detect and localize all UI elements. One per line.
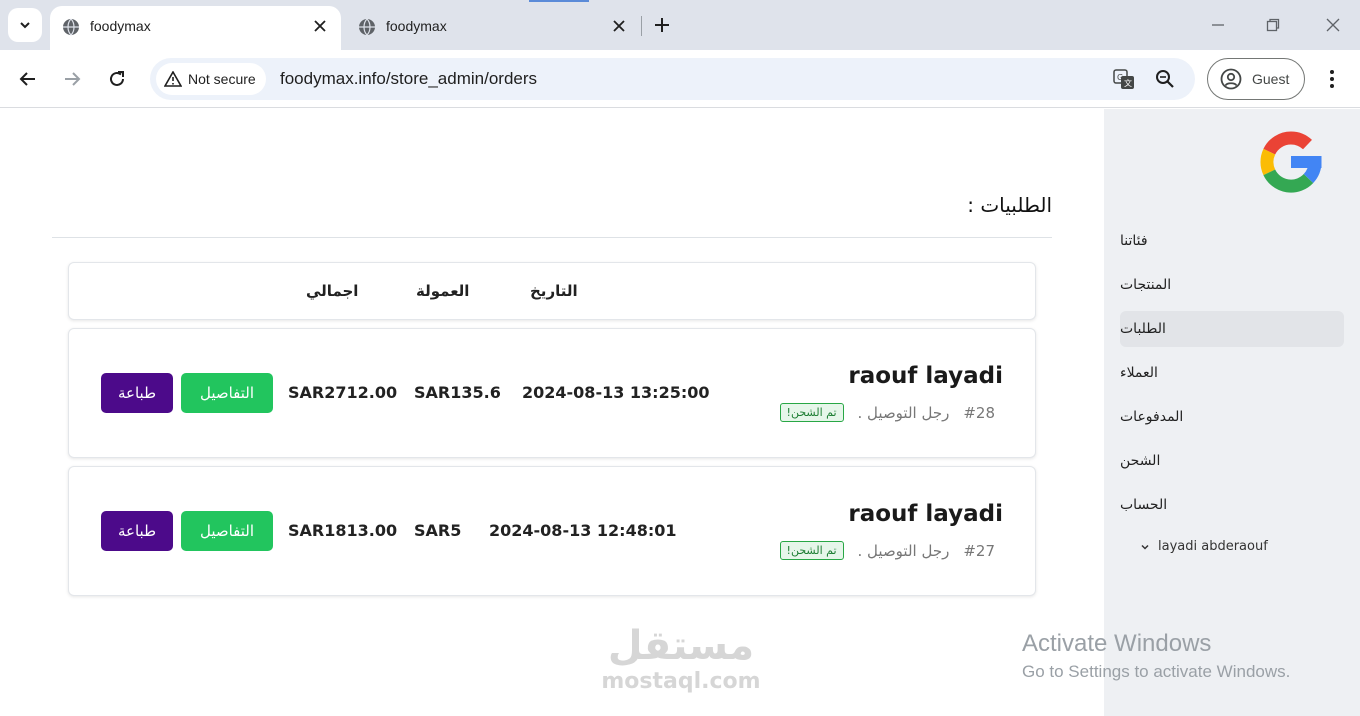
activate-windows-title: Activate Windows	[1022, 630, 1212, 657]
arrow-left-icon	[19, 72, 35, 86]
address-bar[interactable]: Not secure foodymax.info/store_admin/ord…	[150, 58, 1195, 100]
order-meta: #27 رجل التوصيل . تم الشحن!	[779, 541, 995, 560]
sidebar-item-shipping[interactable]: الشحن	[1120, 443, 1344, 479]
url-text[interactable]: foodymax.info/store_admin/orders	[280, 69, 537, 89]
order-total: SAR2712.00	[288, 383, 398, 402]
order-number: #27	[963, 541, 995, 560]
order-commission: SAR5	[414, 521, 462, 540]
globe-icon	[359, 18, 375, 36]
google-logo-icon	[1260, 131, 1322, 193]
watermark-arabic: مستقل	[607, 623, 755, 669]
more-vertical-icon	[1330, 70, 1334, 88]
sidebar-item-payments[interactable]: المدفوعات	[1120, 399, 1344, 435]
orders-table-header: التاريخ العمولة اجمالي	[68, 262, 1036, 320]
sidebar-item-account[interactable]: الحساب	[1120, 487, 1344, 523]
globe-icon	[63, 18, 79, 36]
user-menu[interactable]: layadi abderaouf	[1140, 539, 1268, 554]
tab-loading-indicator	[529, 0, 589, 2]
close-tab-icon[interactable]	[610, 17, 628, 35]
details-button[interactable]: التفاصيل	[181, 373, 273, 413]
delivery-person: رجل التوصيل .	[857, 403, 950, 422]
tab-title: foodymax	[90, 18, 151, 34]
svg-text:文: 文	[1124, 78, 1132, 88]
minimize-button[interactable]	[1207, 14, 1229, 36]
sidebar-item-products[interactable]: المنتجات	[1120, 267, 1344, 303]
order-number: #28	[963, 403, 995, 422]
back-button[interactable]	[15, 66, 41, 92]
forward-button[interactable]	[59, 66, 85, 92]
customer-name: raouf layadi	[848, 501, 1003, 527]
site-info-chip[interactable]: Not secure	[156, 63, 266, 95]
print-button[interactable]: طباعة	[101, 511, 173, 551]
print-button[interactable]: طباعة	[101, 373, 173, 413]
chevron-down-icon	[20, 22, 30, 29]
activate-windows-subtitle: Go to Settings to activate Windows.	[1022, 662, 1291, 681]
status-badge: تم الشحن!	[779, 403, 844, 422]
page-title: الطلبيات :	[967, 193, 1052, 217]
svg-text:G: G	[1117, 73, 1123, 82]
watermark-latin: mostaql.com	[601, 669, 761, 694]
delivery-person: رجل التوصيل .	[857, 541, 950, 560]
sidebar-item-customers[interactable]: العملاء	[1120, 355, 1344, 391]
mostaql-watermark: مستقل mostaql.com	[596, 622, 766, 694]
close-window-button[interactable]	[1322, 14, 1344, 36]
sidebar-item-categories[interactable]: فئاتنا	[1120, 223, 1344, 259]
order-card: raouf layadi #27 رجل التوصيل . تم الشحن!…	[68, 466, 1036, 596]
order-commission: SAR135.6	[414, 383, 501, 402]
security-label: Not secure	[188, 71, 256, 87]
column-header-commission: العمولة	[416, 282, 470, 300]
tab-foodymax[interactable]: foodymax	[346, 6, 640, 50]
column-header-total: اجمالي	[306, 282, 359, 300]
order-date: 2024-08-13 12:48:01	[489, 521, 677, 540]
restore-button[interactable]	[1262, 14, 1284, 36]
profile-label: Guest	[1252, 71, 1290, 87]
warning-icon	[164, 71, 182, 87]
order-total: SAR1813.00	[288, 521, 398, 540]
restore-icon	[1266, 18, 1280, 32]
reload-icon	[110, 71, 124, 86]
order-date: 2024-08-13 13:25:00	[522, 383, 710, 402]
reload-button[interactable]	[104, 66, 130, 92]
status-badge: تم الشحن!	[779, 541, 844, 560]
plus-icon	[655, 18, 669, 32]
close-icon	[1326, 18, 1340, 32]
user-name: layadi abderaouf	[1158, 539, 1268, 554]
arrow-right-icon	[65, 72, 81, 86]
close-tab-icon[interactable]	[311, 17, 329, 35]
sidebar: فئاتنا المنتجات الطلبات العملاء المدفوعا…	[1104, 109, 1360, 716]
new-tab-button[interactable]	[650, 13, 674, 37]
tab-separator	[641, 16, 642, 36]
account-icon	[1220, 68, 1242, 90]
profile-button[interactable]: Guest	[1207, 58, 1305, 100]
activate-windows-overlay: Activate Windows Go to Settings to activ…	[1022, 630, 1290, 682]
divider	[52, 237, 1052, 238]
column-header-date: التاريخ	[530, 282, 578, 300]
order-card: raouf layadi #28 رجل التوصيل . تم الشحن!…	[68, 328, 1036, 458]
tab-foodymax-active[interactable]: foodymax	[50, 6, 341, 50]
translate-icon[interactable]: G文	[1113, 68, 1135, 90]
tab-search-button[interactable]	[8, 8, 42, 42]
chevron-down-icon	[1141, 544, 1149, 550]
details-button[interactable]: التفاصيل	[181, 511, 273, 551]
order-meta: #28 رجل التوصيل . تم الشحن!	[779, 403, 995, 422]
browser-menu-button[interactable]	[1320, 67, 1344, 91]
minimize-icon	[1212, 24, 1224, 26]
browser-toolbar: Not secure foodymax.info/store_admin/ord…	[0, 50, 1360, 108]
sidebar-item-orders[interactable]: الطلبات	[1120, 311, 1344, 347]
zoom-icon[interactable]	[1154, 68, 1176, 90]
customer-name: raouf layadi	[848, 363, 1003, 389]
tab-strip: foodymax foodymax	[0, 0, 1360, 50]
tab-title: foodymax	[386, 18, 447, 34]
